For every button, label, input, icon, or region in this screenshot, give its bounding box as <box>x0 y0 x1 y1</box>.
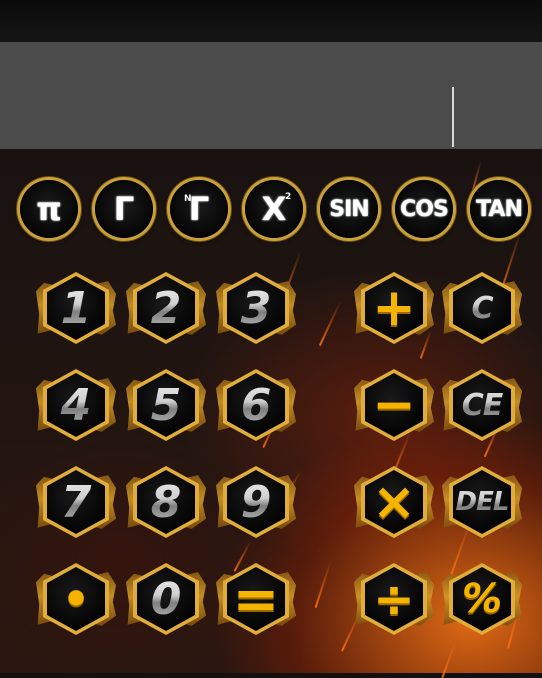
key-8[interactable]: 8 <box>126 464 206 540</box>
nth-gamma-button[interactable]: N Γ <box>170 180 228 238</box>
minus-icon: − <box>372 375 416 435</box>
clear-entry-button[interactable]: CE <box>442 367 522 443</box>
delete-label: DEL <box>444 464 520 540</box>
key-5-label: 5 <box>128 367 204 443</box>
clear-button[interactable]: C <box>442 270 522 346</box>
key-3-label: 3 <box>218 270 294 346</box>
key-4[interactable]: 4 <box>36 367 116 443</box>
key-9[interactable]: 9 <box>216 464 296 540</box>
plus-button[interactable]: + <box>354 270 434 346</box>
key-4-label: 4 <box>38 367 114 443</box>
key-1-label: 1 <box>38 270 114 346</box>
sin-label: SIN <box>329 196 369 222</box>
delete-button[interactable]: DEL <box>442 464 522 540</box>
percent-button[interactable]: % <box>442 561 522 637</box>
top-bar <box>0 0 542 42</box>
key-0-label: 0 <box>128 561 204 637</box>
x-squared-label: X <box>261 190 287 228</box>
display-panel <box>0 42 542 149</box>
tan-label: TAN <box>476 196 523 222</box>
key-6-label: 6 <box>218 367 294 443</box>
equals-icon: = <box>232 566 280 632</box>
key-7[interactable]: 7 <box>36 464 116 540</box>
minus-button[interactable]: − <box>354 367 434 443</box>
key-5[interactable]: 5 <box>126 367 206 443</box>
multiply-button[interactable]: × <box>354 464 434 540</box>
sin-button[interactable]: SIN <box>320 180 378 238</box>
key-2[interactable]: 2 <box>126 270 206 346</box>
key-0[interactable]: 0 <box>126 561 206 637</box>
tan-button[interactable]: TAN <box>470 180 528 238</box>
equals-button[interactable]: = <box>216 561 296 637</box>
clear-entry-label: CE <box>444 367 520 443</box>
spark <box>318 300 342 347</box>
key-7-label: 7 <box>38 464 114 540</box>
cos-button[interactable]: COS <box>395 180 453 238</box>
nth-gamma-sup: N <box>184 194 192 204</box>
spark <box>441 640 457 678</box>
key-1[interactable]: 1 <box>36 270 116 346</box>
gamma-label: Γ <box>113 190 135 228</box>
key-3[interactable]: 3 <box>216 270 296 346</box>
x-squared-button[interactable]: X 2 <box>245 180 303 238</box>
dot-button[interactable]: • <box>36 561 116 637</box>
key-9-label: 9 <box>218 464 294 540</box>
x-squared-sup: 2 <box>285 192 292 202</box>
gamma-button[interactable]: Γ <box>95 180 153 238</box>
cos-label: COS <box>400 196 449 222</box>
clear-label: C <box>444 270 520 346</box>
percent-icon: % <box>461 576 503 622</box>
pi-label: π <box>36 190 62 228</box>
key-6[interactable]: 6 <box>216 367 296 443</box>
pi-button[interactable]: π <box>20 180 78 238</box>
divide-button[interactable]: ÷ <box>354 561 434 637</box>
multiply-icon: × <box>372 472 416 532</box>
dot-icon: • <box>61 573 91 625</box>
key-8-label: 8 <box>128 464 204 540</box>
divide-icon: ÷ <box>373 570 415 628</box>
nth-gamma-label: Γ <box>188 190 210 228</box>
plus-icon: + <box>372 278 416 338</box>
text-cursor <box>452 87 454 147</box>
key-2-label: 2 <box>128 270 204 346</box>
spark <box>314 560 332 609</box>
